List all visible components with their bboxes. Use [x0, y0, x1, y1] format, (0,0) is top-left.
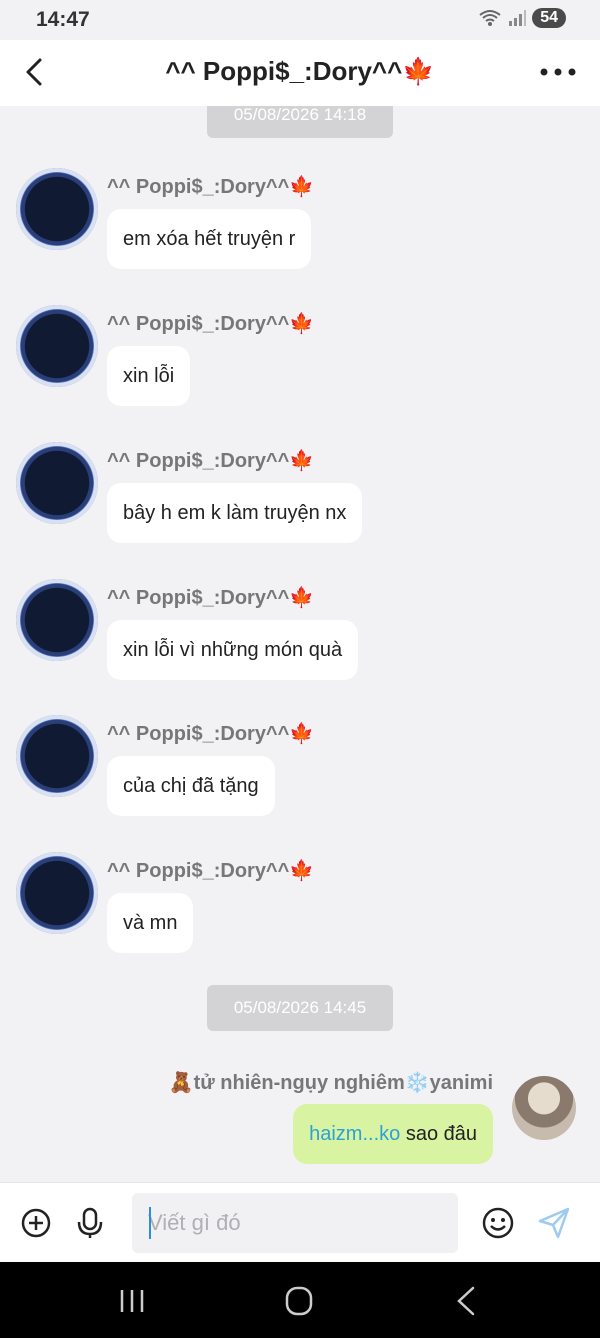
- home-icon[interactable]: [279, 1284, 319, 1318]
- sender-name: ^^ Poppi$_:Dory^^🍁: [107, 176, 315, 198]
- sender-name: ^^ Poppi$_:Dory^^🍁: [107, 860, 315, 882]
- status-icons: 54: [478, 8, 566, 28]
- more-options-icon[interactable]: [538, 60, 578, 84]
- microphone-icon[interactable]: [72, 1205, 108, 1241]
- sender-avatar[interactable]: [16, 305, 98, 387]
- message-text: sao đâu: [400, 1123, 477, 1145]
- message-bubble[interactable]: và mn: [107, 893, 194, 953]
- timestamp-divider: 05/08/2026 14:18: [207, 106, 393, 138]
- my-sender-name: 🧸tử nhiên-ngụy nghiêm❄️yanimi: [168, 1072, 493, 1094]
- nav-back-icon[interactable]: [447, 1284, 487, 1318]
- sender-name: ^^ Poppi$_:Dory^^🍁: [107, 450, 315, 472]
- message-bubble[interactable]: em xóa hết truyện r: [107, 209, 312, 269]
- sender-avatar[interactable]: [16, 168, 98, 250]
- my-message-bubble[interactable]: haizm...ko sao đâu: [293, 1104, 493, 1164]
- text-caret: [149, 1207, 151, 1239]
- add-circle-icon[interactable]: [18, 1205, 54, 1241]
- message-link[interactable]: haizm...ko: [309, 1123, 400, 1145]
- message-bubble[interactable]: xin lỗi vì những món quà: [107, 620, 359, 680]
- sender-name: ^^ Poppi$_:Dory^^🍁: [107, 313, 315, 335]
- emoji-icon[interactable]: [480, 1205, 516, 1241]
- message-bubble[interactable]: xin lỗi: [107, 346, 191, 406]
- send-icon[interactable]: [536, 1205, 572, 1241]
- message-bubble[interactable]: bây h em k làm truyện nx: [107, 483, 363, 543]
- signal-icon: [509, 10, 527, 26]
- sender-avatar[interactable]: [16, 852, 98, 934]
- system-nav-bar: [0, 1262, 600, 1338]
- chat-title: ^^ Poppi$_:Dory^^🍁: [165, 56, 435, 86]
- message-bubble[interactable]: của chị đã tặng: [107, 756, 275, 816]
- message-input-container: [132, 1193, 464, 1253]
- recent-apps-icon[interactable]: [112, 1284, 152, 1318]
- wifi-icon: [479, 10, 501, 26]
- my-avatar[interactable]: [512, 1076, 576, 1140]
- battery-indicator: 54: [532, 8, 566, 28]
- status-time: 14:47: [36, 8, 90, 31]
- sender-name: ^^ Poppi$_:Dory^^🍁: [107, 587, 315, 609]
- status-bar: 14:47 54: [0, 0, 600, 40]
- sender-avatar[interactable]: [16, 715, 98, 797]
- sender-avatar[interactable]: [16, 579, 98, 661]
- sender-avatar[interactable]: [16, 442, 98, 524]
- chat-messages[interactable]: 05/08/2026 14:18 ^^ Poppi$_:Dory^^🍁 em x…: [0, 106, 600, 1180]
- timestamp-divider: 05/08/2026 14:45: [207, 985, 393, 1031]
- message-input[interactable]: [132, 1193, 464, 1253]
- chat-header: ^^ Poppi$_:Dory^^🍁: [0, 40, 600, 106]
- composer-bar: [0, 1182, 600, 1263]
- sender-name: ^^ Poppi$_:Dory^^🍁: [107, 723, 315, 745]
